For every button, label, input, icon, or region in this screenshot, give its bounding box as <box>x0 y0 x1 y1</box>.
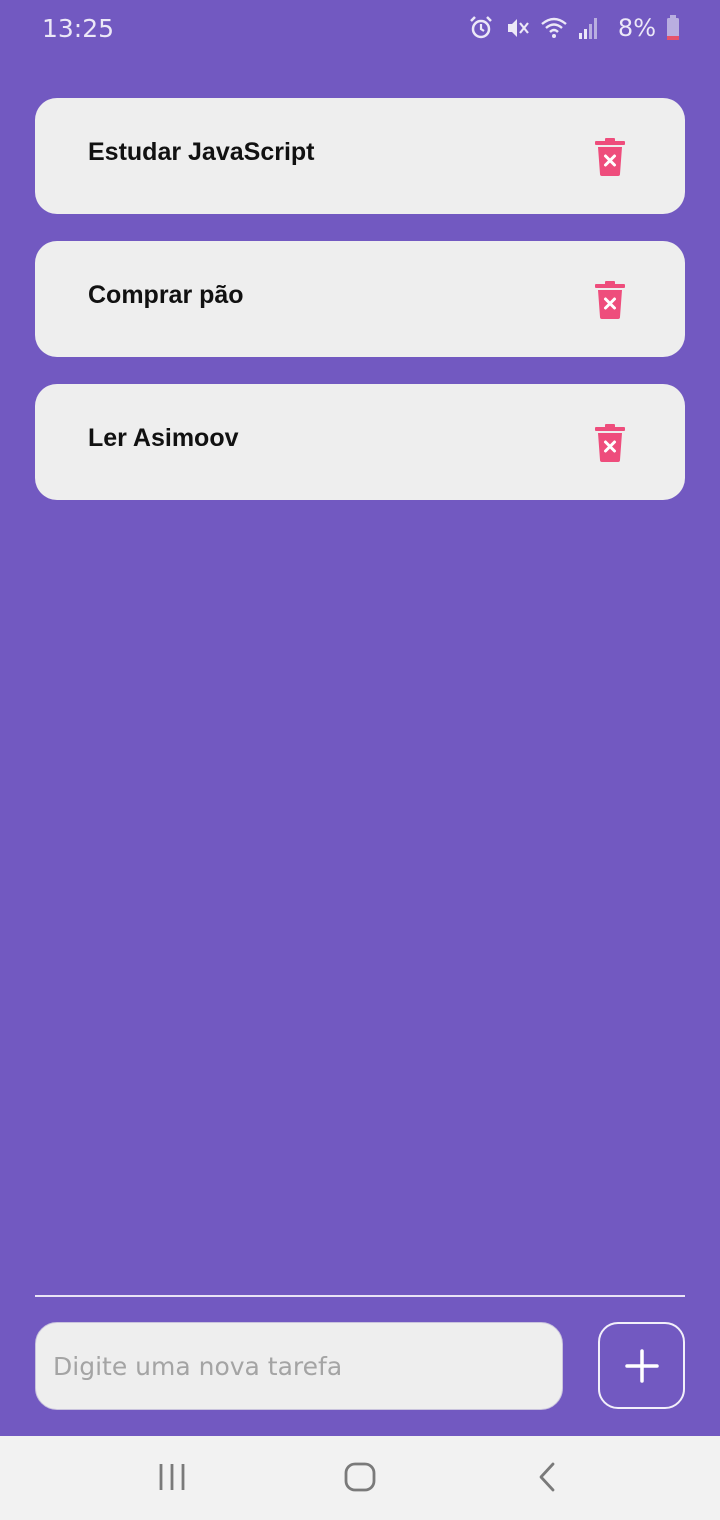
divider <box>35 1295 685 1297</box>
trash-delete-icon[interactable] <box>595 138 625 176</box>
vibrate-mute-icon <box>504 15 530 41</box>
alarm-icon <box>468 15 494 41</box>
task-text: Estudar JavaScript <box>88 138 315 166</box>
battery-percentage: 8% <box>617 14 656 42</box>
task-card[interactable]: Estudar JavaScript <box>35 98 685 214</box>
task-text: Comprar pão <box>88 281 244 309</box>
task-text: Ler Asimoov <box>88 424 239 452</box>
trash-delete-icon[interactable] <box>595 424 625 462</box>
wifi-icon <box>540 15 568 41</box>
task-card[interactable]: Ler Asimoov <box>35 384 685 500</box>
trash-delete-icon[interactable] <box>595 281 625 319</box>
battery-icon <box>666 15 680 41</box>
back-icon[interactable] <box>534 1458 560 1501</box>
status-time: 13:25 <box>42 14 115 43</box>
status-icons: 8% <box>468 12 680 44</box>
navigation-bar <box>0 1436 720 1520</box>
signal-icon <box>578 16 600 40</box>
add-task-button[interactable] <box>598 1322 685 1409</box>
status-bar: 13:25 8% <box>0 0 720 56</box>
recent-apps-icon[interactable] <box>158 1458 188 1501</box>
task-card[interactable]: Comprar pão <box>35 241 685 357</box>
new-task-input[interactable] <box>35 1322 563 1410</box>
home-icon[interactable] <box>343 1458 377 1501</box>
task-list: Estudar JavaScript Comprar pão Ler Asimo… <box>35 98 685 527</box>
